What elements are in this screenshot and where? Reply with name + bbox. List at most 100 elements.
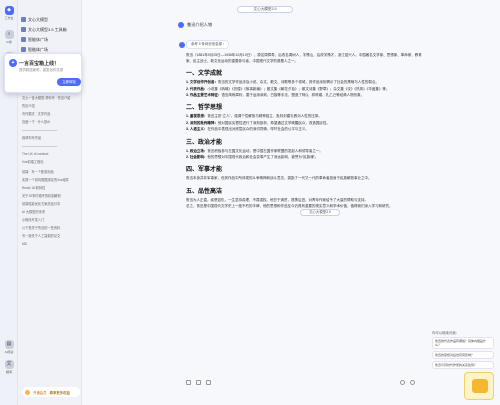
history-item[interactable]: 文心一言大模型 帮你写 · 鲁迅介绍 — [22, 96, 78, 101]
answer-actions — [186, 380, 211, 385]
bullet-text: 小说集《呐喊》《彷徨》《故事新编》；散文集《朝花夕拾》；散文诗集《野草》；杂文集… — [207, 86, 390, 91]
rail-item-translate[interactable]: 文 翻译 — [3, 360, 15, 374]
agent-icon — [21, 37, 26, 42]
bullet-key: 1. 重视思想： — [186, 114, 208, 119]
popup-title: 一言百宝箱上线！ — [19, 61, 60, 67]
vip-banner-label: 开通会员 — [33, 390, 47, 395]
history-item[interactable]: 小程序开发入门 — [22, 218, 78, 223]
rail-item-read[interactable]: ▤ AI阅读 — [3, 340, 15, 354]
section-bullet: 1. 政治立场：鲁迅积极参与左翼文化运动，是中国左翼作家联盟的发起人和领导者之一… — [186, 149, 426, 154]
bullet-text: 鲁迅积极参与左翼文化运动，是中国左翼作家联盟的发起人和领导者之一。 — [207, 148, 323, 153]
gift-icon: ✦ — [9, 59, 17, 67]
section-heading: 五、品性高洁 — [186, 188, 223, 195]
translate-icon: 文 — [4, 360, 14, 369]
sidebar-item-label: 智能体广场 — [28, 36, 48, 42]
thumbs-up-icon[interactable] — [400, 380, 405, 385]
section-bullet: 3. 人道主义：在作品中表现出对底层民众的深切同情，呼吁社会的公平与正义。 — [186, 127, 426, 132]
tool-icon — [21, 27, 26, 32]
sidebar-item-label: 文心大模型 — [28, 16, 48, 22]
history-item[interactable]: 写作模式 · 文学作品 — [22, 112, 78, 117]
history-item[interactable]: 关于JS事件循环的机制解析 — [22, 194, 78, 199]
bot-avatar-icon — [179, 42, 185, 48]
bullet-text: 他对国民劣根性进行了深刻剖析，希望通过文学唤醒民众，改造国民性。 — [217, 120, 330, 125]
rail-label: AI搜 — [6, 40, 12, 44]
bullet-key: 3. 作品主要艺术特征： — [186, 93, 222, 97]
book-icon: ▤ — [4, 340, 14, 349]
bullet-text: 鲁迅本身并非军事家，但其作品中所体现的斗争精神和战斗意志，激励了一代又一代的革命… — [186, 176, 372, 181]
bullet-text: 鲁迅的文学作品涉及小说、杂文、散文、诗歌等多个领域，其作品深刻揭示了社会的黑暗与… — [217, 80, 379, 85]
refresh-icon[interactable] — [196, 380, 201, 385]
bullet-text: 鲁迅主张“立人”，强调个性解放与精神独立，批判封建礼教对人性的压抑。 — [207, 114, 322, 119]
sidebar-item-agents-2[interactable]: 智能体广场 — [21, 46, 79, 53]
agent-icon — [21, 47, 26, 52]
history-item[interactable]: 写一篇关于人工智能的论文 — [22, 234, 78, 239]
history-item[interactable]: MD — [22, 242, 78, 247]
sidebar-item-chat[interactable]: 文心大模型 — [21, 16, 79, 23]
user-message: 鲁迅介绍人物 — [178, 22, 212, 28]
bullet-key: 2. 社会影响： — [186, 155, 208, 160]
rail-item-search[interactable]: ⌕ AI搜 — [3, 30, 15, 44]
gift-icon — [472, 379, 488, 393]
suggestion-chip[interactable]: 鲁迅与同时代作家的关系如何？ — [432, 361, 494, 369]
section-bullet: 2. 社会影响：他的思想对中国现代政治和社会变革产生了深远影响，被誉为“民族魂”… — [186, 155, 426, 160]
bullet-key: 1. 政治立场： — [186, 148, 208, 153]
section-heading: 一、文学成就 — [186, 71, 223, 78]
bullet-key: 2. 代表作品： — [186, 86, 208, 91]
section-bullet: 1. 文学创作开创者：鲁迅的文学作品涉及小说、杂文、散文、诗歌等多个领域，其作品… — [186, 80, 426, 85]
copy-icon[interactable] — [186, 380, 191, 385]
history-item[interactable]: The UX of conduct — [22, 152, 78, 157]
section-heading: 四、军事才能 — [186, 167, 223, 174]
history-item[interactable]: Vue前端工程化 — [22, 160, 78, 165]
history-item[interactable]: 前端 · 写一个登录页面 — [22, 170, 78, 175]
history-item[interactable]: 前端性能优化方案总结分享 — [22, 202, 78, 207]
bullet-key: 1. 文学创作开创者： — [186, 80, 218, 85]
bullet-text: 鲁迅为人正直，疾恶如仇，一生坚持真理，不畏强权。他甘于清贫，提携后进，对青年作家… — [186, 197, 368, 202]
suggestion-chip[interactable]: 鲁迅的代表作品有哪些？具体内容是什么？ — [432, 337, 494, 349]
sidebar-item-toolbox[interactable]: 文心大模型3.5 工具箱 — [21, 26, 79, 33]
history-item[interactable]: React 18 新特性 — [22, 186, 78, 191]
section-heading: 二、哲学思想 — [186, 105, 223, 112]
history-item[interactable]: AI 大模型的未来 — [22, 210, 78, 215]
vip-banner[interactable]: 开通会员 尊享更多权益 — [22, 387, 80, 397]
popup-subtitle: 提供精选案例，激发创作灵感 — [19, 68, 64, 72]
section-bullet: 2. 深刻的批判精神：他对国民劣根性进行了深刻剖析，希望通过文学唤醒民众，改造国… — [186, 121, 426, 126]
home-icon: ◆ — [4, 6, 14, 15]
bullet-key: 3. 人道主义： — [186, 127, 208, 132]
thumbs-down-icon[interactable] — [410, 380, 415, 385]
popup-try-button[interactable]: 立即体验 — [57, 78, 81, 86]
bullet-key: 2. 深刻的批判精神： — [186, 120, 218, 125]
history-item[interactable]: 我帮你写作品 — [22, 136, 78, 141]
section-bullet: 2. 代表作品：小说集《呐喊》《彷徨》《故事新编》；散文集《朝花夕拾》；散文诗集… — [186, 87, 426, 92]
model-selector[interactable]: 文心大模型3.5 — [237, 6, 293, 13]
rail-label: 工作台 — [4, 16, 14, 20]
history-item[interactable]: 以下是关于鲁迅的一些资料 — [22, 226, 78, 231]
bullet-text: 语言简练犀利，善于运用讽刺、白描等手法，塑造了阿Q、祥林嫂、孔乙己等经典人物形象… — [221, 93, 365, 97]
crown-icon — [25, 389, 30, 395]
vip-banner-sub: 尊享更多权益 — [49, 390, 70, 395]
bullet-text: 他的思想对中国现代政治和社会变革产生了深远影响，被誉为“民族魂”。 — [207, 155, 319, 160]
promo-popup: ✦ 一言百宝箱上线！ 提供精选案例，激发创作灵感 立即体验 — [4, 53, 82, 93]
history-item[interactable]: 实现一个双向数据绑定的Vue组件 — [22, 178, 78, 183]
suggestions-title: 你可以继续问我： — [432, 331, 460, 335]
history-divider: ——————————— — [22, 128, 58, 132]
sources-chip[interactable]: 参考 8 条网页信息源 › — [186, 40, 229, 49]
rail-item-workspace[interactable]: ◆ 工作台 — [3, 6, 15, 20]
sidebar-item-label: 文心大模型3.5 工具箱 — [28, 26, 67, 32]
floating-model-pill[interactable]: 文心大模型3.5 — [300, 209, 340, 216]
feedback-actions — [400, 380, 415, 385]
section-bullet: 1. 重视思想：鲁迅主张“立人”，强调个性解放与精神独立，批判封建礼教对人性的压… — [186, 114, 426, 119]
bullet-text: 总之，鲁迅是中国现代文学史上一座不朽的丰碑，他的思想和作品至今仍具有重要的现实意… — [186, 204, 393, 209]
share-icon[interactable] — [206, 380, 211, 385]
bullet-text: 在作品中表现出对底层民众的深切同情，呼吁社会的公平与正义。 — [207, 127, 309, 132]
history-item[interactable]: 百度一下 · 什么是AI — [22, 120, 78, 125]
sidebar-item-agents[interactable]: 智能体广场 — [21, 36, 79, 43]
gift-badge[interactable] — [464, 372, 494, 400]
section-bullet: 鲁迅为人正直，疾恶如仇，一生坚持真理，不畏强权。他甘于清贫，提携后进，对青年作家… — [186, 198, 426, 203]
chat-main: 文心大模型3.5 鲁迅介绍人物 参考 8 条网页信息源 › 鲁迅（1881年9月… — [82, 0, 500, 405]
rail-label: 翻译 — [5, 370, 12, 374]
history-divider: ——————————— — [22, 144, 58, 148]
history-item[interactable]: 鲁迅介绍 — [22, 104, 78, 109]
suggestion-chip[interactable]: 鲁迅的思想对后世有何影响？ — [432, 351, 494, 359]
section-bullet: 3. 作品主要艺术特征：语言简练犀利，善于运用讽刺、白描等手法，塑造了阿Q、祥林… — [186, 93, 426, 98]
section-bullet: 鲁迅本身并非军事家，但其作品中所体现的斗争精神和战斗意志，激励了一代又一代的革命… — [186, 176, 426, 181]
